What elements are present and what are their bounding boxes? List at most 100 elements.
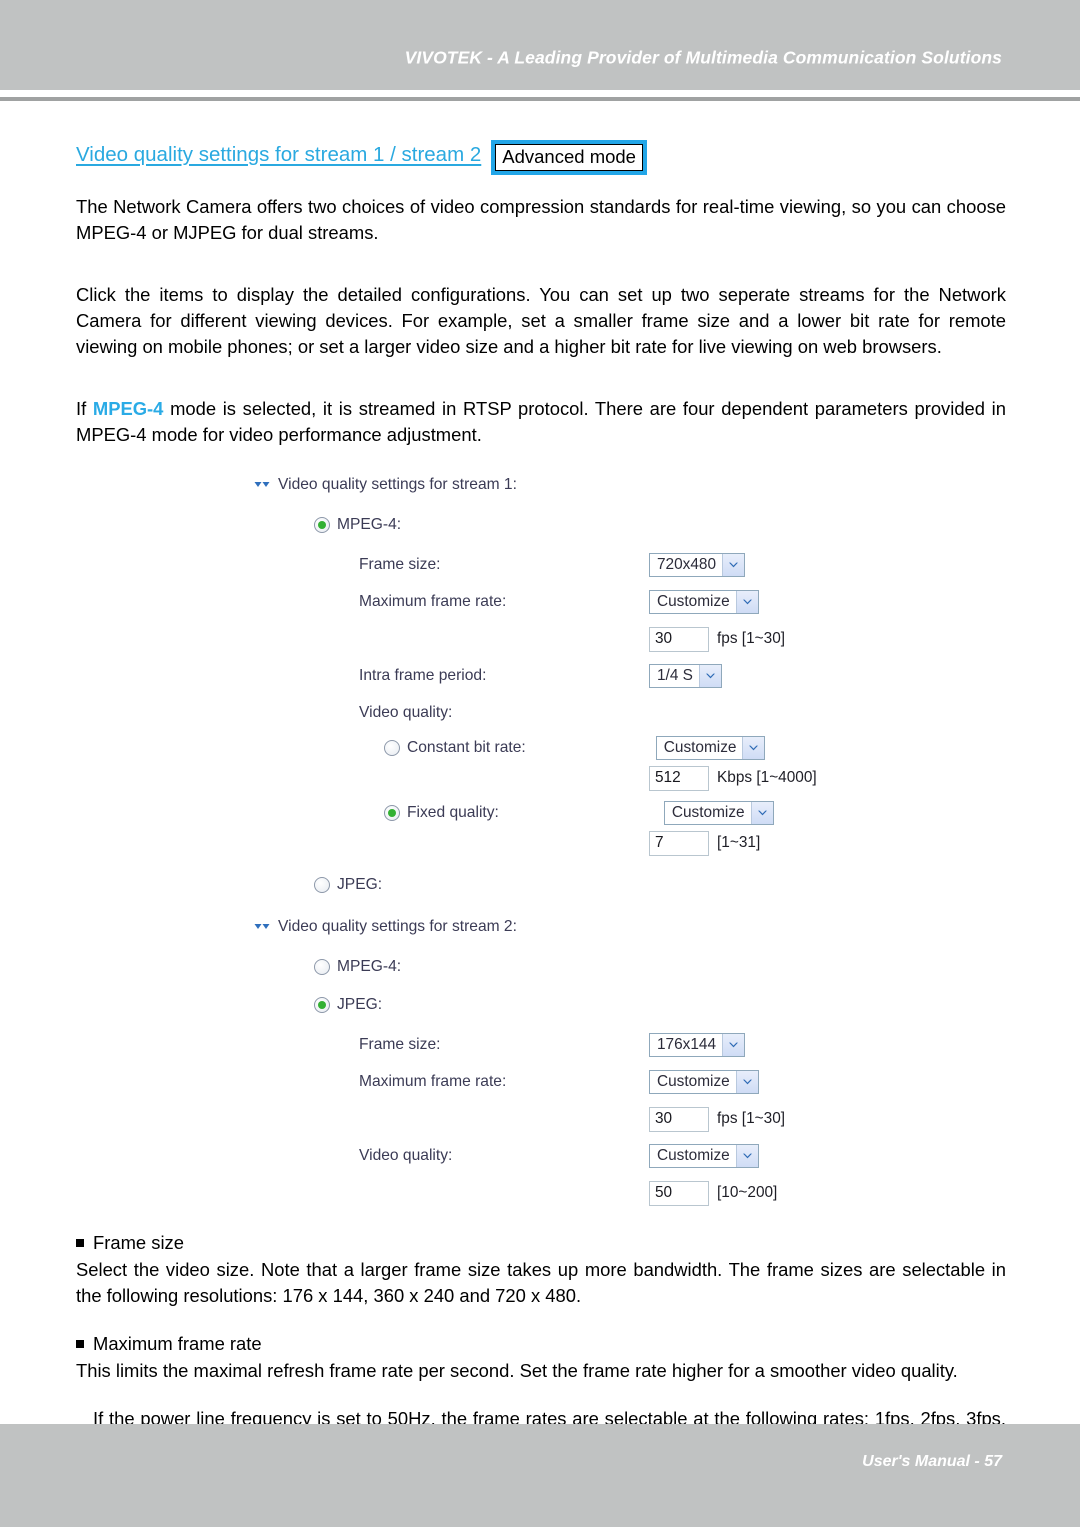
stream1-constant-bit-rate-input[interactable]: 512 [649,765,709,791]
mpeg4-paragraph-post: mode is selected, it is streamed in RTSP… [76,398,1006,445]
bullet-max-frame-rate-title: Maximum frame rate [93,1333,262,1354]
stream1-heading-label: Video quality settings for stream 1: [278,476,517,493]
stream1-cbr-value-control: 512 Kbps [1~4000] [649,765,817,791]
page-content: Video quality settings for stream 1 / st… [76,140,1006,1510]
mpeg4-paragraph: If MPEG-4 mode is selected, it is stream… [76,396,1006,448]
stream1-jpeg-label: JPEG: [337,876,383,893]
chevron-down-icon[interactable] [722,554,745,576]
stream1-section-header[interactable]: Video quality settings for stream 1: [254,474,994,496]
page-footer-bar: User's Manual - 57 [0,1424,1080,1527]
video-quality-settings-panel: Video quality settings for stream 1: MPE… [254,474,994,1208]
stream1-cbr-select-control: Customize [655,736,766,760]
stream2-max-frame-rate-label: Maximum frame rate: [359,1073,507,1090]
chevron-down-icon[interactable] [750,802,773,824]
chevron-down-icon[interactable] [735,1145,758,1167]
section-title-row: Video quality settings for stream 1 / st… [76,140,1006,175]
stream1-intra-frame-select[interactable]: 1/4 S [649,664,722,688]
chevron-double-down-icon [254,922,271,934]
page-title: Video quality settings for stream 1 / st… [76,143,482,166]
chevron-down-icon[interactable] [698,665,721,687]
stream2-jpeg-radio[interactable] [314,997,330,1013]
stream2-frame-size-label: Frame size: [359,1036,441,1053]
stream1-fixed-quality-select[interactable]: Customize [663,801,774,825]
stream2-max-frame-rate-row: Maximum frame rate: Customize [254,1067,994,1097]
stream2-quality-suffix: [10~200] [717,1184,778,1201]
stream1-frame-size-control: 720x480 [649,553,746,577]
stream1-video-quality-label: Video quality: [359,704,453,721]
stream2-fps-input[interactable]: 30 [649,1106,709,1132]
stream2-frame-size-row: Frame size: 176x144 [254,1030,994,1060]
chevron-down-icon[interactable] [742,737,765,759]
stream2-jpeg-radio-row[interactable]: JPEG: [314,992,994,1018]
stream2-fps-suffix: fps [1~30] [717,1110,786,1127]
stream1-fixed-quality-select-value: Customize [671,804,745,821]
stream2-frame-size-value: 176x144 [657,1036,717,1053]
stream1-jpeg-radio[interactable] [314,877,330,893]
stream2-fps-row: 30 fps [1~30] [254,1104,994,1134]
page-header-bar: VIVOTEK - A Leading Provider of Multimed… [0,0,1080,90]
advanced-mode-badge: Advanced mode [491,140,647,175]
stream1-fps-control: 30 fps [1~30] [649,626,786,652]
chevron-down-icon[interactable] [735,1071,758,1093]
stream1-constant-bit-rate-select[interactable]: Customize [655,736,766,760]
bullet-max-frame-rate-body: This limits the maximal refresh frame ra… [76,1360,958,1381]
square-bullet-icon [76,1340,84,1348]
stream1-fixed-quality-value-control: 7 [1~31] [649,830,761,856]
bullet-frame-size-body: Select the video size. Note that a large… [76,1259,1006,1306]
stream2-video-quality-select[interactable]: Customize [649,1144,759,1168]
square-bullet-icon [76,1239,84,1247]
stream1-fixed-quality-radio[interactable] [384,805,400,821]
footer-page-label: User's Manual - 57 [862,1453,1002,1470]
stream2-quality-input[interactable]: 50 [649,1180,709,1206]
stream1-max-frame-rate-value: Customize [657,593,730,610]
stream1-mpeg4-label: MPEG-4: [337,516,402,533]
click-items-paragraph: Click the items to display the detailed … [76,284,1006,357]
stream1-intra-frame-row: Intra frame period: 1/4 S [254,661,994,691]
header-divider-rule [0,97,1080,101]
stream2-max-frame-rate-value: Customize [657,1073,730,1090]
stream2-jpeg-label: JPEG: [337,996,383,1013]
stream1-constant-bit-rate-radio[interactable] [384,740,400,756]
stream1-frame-size-value: 720x480 [657,556,717,573]
stream2-max-frame-rate-control: Customize [649,1070,759,1094]
stream1-intra-frame-label: Intra frame period: [359,667,487,684]
stream2-mpeg4-radio[interactable] [314,959,330,975]
intro-paragraph: The Network Camera offers two choices of… [76,196,1006,243]
stream1-mpeg4-radio-row[interactable]: MPEG-4: [314,512,994,538]
stream2-mpeg4-radio-row[interactable]: MPEG-4: [314,954,994,980]
stream1-fps-suffix: fps [1~30] [717,630,786,647]
stream1-constant-bit-rate-label: Constant bit rate: [407,739,526,756]
stream1-fps-row: 30 fps [1~30] [254,624,994,654]
stream1-fixed-quality-radio-row[interactable]: Fixed quality: Customize [384,800,994,826]
stream1-intra-frame-value: 1/4 S [657,667,693,684]
stream2-mpeg4-label: MPEG-4: [337,958,402,975]
stream1-jpeg-radio-row[interactable]: JPEG: [314,872,994,898]
stream1-cbr-radio-row[interactable]: Constant bit rate: Customize [384,735,994,761]
stream1-frame-size-select[interactable]: 720x480 [649,553,746,577]
chevron-down-icon[interactable] [722,1034,745,1056]
stream2-video-quality-label: Video quality: [359,1147,453,1164]
stream1-fps-input[interactable]: 30 [649,626,709,652]
chevron-down-icon[interactable] [735,591,758,613]
stream1-mpeg4-radio[interactable] [314,517,330,533]
stream1-frame-size-label: Frame size: [359,556,441,573]
stream2-quality-value-row: 50 [10~200] [254,1178,994,1208]
stream1-cbr-value-row: 512 Kbps [1~4000] [254,763,994,793]
stream1-max-frame-rate-row: Maximum frame rate: Customize [254,587,994,617]
stream2-section-header[interactable]: Video quality settings for stream 2: [254,916,994,938]
stream2-fps-control: 30 fps [1~30] [649,1106,786,1132]
stream1-fixed-quality-input[interactable]: 7 [649,830,709,856]
stream2-frame-size-select[interactable]: 176x144 [649,1033,746,1057]
bullet-frame-size-title: Frame size [93,1232,184,1253]
stream1-constant-bit-rate-suffix: Kbps [1~4000] [717,769,817,786]
header-title: VIVOTEK - A Leading Provider of Multimed… [404,47,1002,68]
stream1-max-frame-rate-select[interactable]: Customize [649,590,759,614]
stream2-max-frame-rate-select[interactable]: Customize [649,1070,759,1094]
bullet-max-frame-rate-title-row: Maximum frame rate [76,1331,1006,1357]
stream1-fixed-quality-select-control: Customize [663,801,774,825]
stream1-video-quality-row: Video quality: [254,698,994,728]
mpeg4-highlight: MPEG-4 [92,398,164,419]
stream1-max-frame-rate-control: Customize [649,590,759,614]
stream2-video-quality-control: Customize [649,1144,759,1168]
stream1-fixed-quality-suffix: [1~31] [717,834,761,851]
